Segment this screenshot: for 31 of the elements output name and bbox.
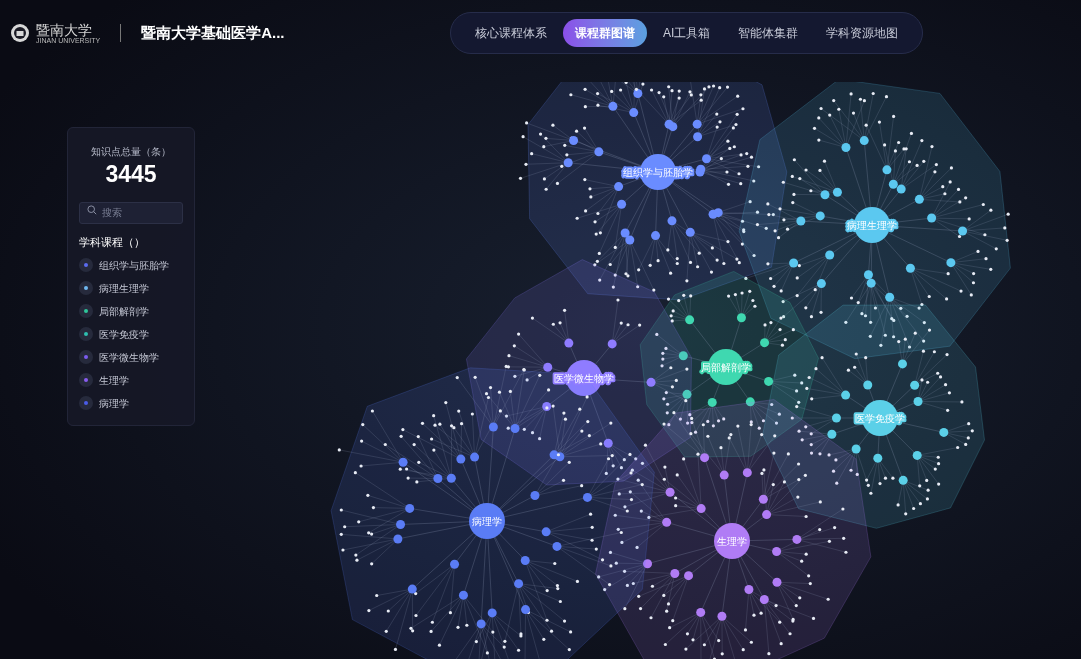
hub-label: 病理学 — [472, 515, 502, 527]
nav-tab[interactable]: AI工具箱 — [651, 19, 723, 47]
course-label: 医学免疫学 — [99, 327, 149, 342]
course-item[interactable]: 组织学与胚胎学 — [79, 257, 183, 273]
course-item[interactable]: 医学免疫学 — [79, 326, 183, 342]
nav-tab[interactable]: 智能体集群 — [726, 19, 811, 47]
stat-label: 知识点总量（条） — [90, 145, 172, 159]
section-title: 学科课程（） — [79, 234, 146, 250]
nav-tab[interactable]: 学科资源地图 — [814, 19, 911, 47]
nav-tab[interactable]: 课程群图谱 — [563, 19, 647, 47]
course-label: 病理学 — [99, 396, 129, 411]
hub-label: 生理学 — [717, 535, 747, 547]
course-item[interactable]: 局部解剖学 — [79, 303, 183, 319]
course-label: 病理生理学 — [99, 281, 149, 296]
course-label: 生理学 — [99, 373, 129, 388]
search-icon — [87, 205, 97, 215]
course-label: 局部解剖学 — [99, 304, 149, 319]
university-emblem-icon — [10, 23, 30, 43]
app-title: 暨南大学基础医学A... — [141, 22, 285, 43]
hub-node[interactable] — [714, 523, 750, 559]
stat-value: 3445 — [104, 160, 158, 189]
hub-node[interactable] — [469, 503, 505, 539]
course-item[interactable]: 病理学 — [79, 395, 183, 411]
logo-name: 暨南大学 — [36, 22, 92, 37]
course-item[interactable]: 病理生理学 — [79, 280, 183, 296]
nav-tab[interactable]: 核心课程体系 — [463, 19, 559, 47]
course-item[interactable]: 生理学 — [79, 372, 183, 388]
course-label: 医学微生物学 — [99, 350, 159, 365]
course-label: 组织学与胚胎学 — [99, 258, 169, 273]
course-item[interactable]: 医学微生物学 — [79, 349, 183, 365]
search-field[interactable]: 搜索 — [79, 201, 183, 224]
